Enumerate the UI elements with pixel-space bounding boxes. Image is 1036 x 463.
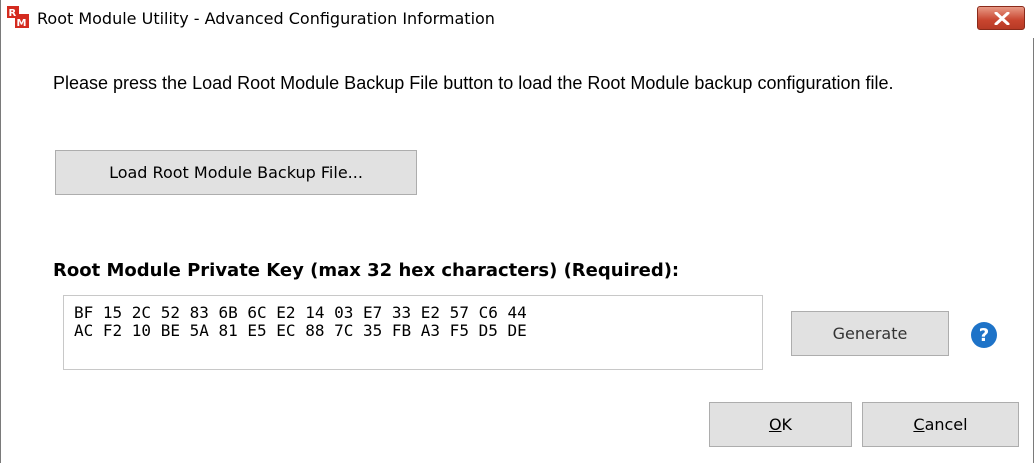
title-bar[interactable]: R M Root Module Utility - Advanced Confi… xyxy=(1,0,1035,38)
private-key-label: Root Module Private Key (max 32 hex char… xyxy=(53,260,680,281)
ok-label-rest: K xyxy=(781,415,793,434)
instruction-text: Please press the Load Root Module Backup… xyxy=(53,73,894,93)
cancel-button[interactable]: Cancel xyxy=(862,402,1019,447)
ok-mnemonic: O xyxy=(768,415,782,434)
generate-button[interactable]: Generate xyxy=(791,311,949,356)
cancel-label-rest: ancel xyxy=(924,415,968,434)
private-key-field[interactable]: BF 15 2C 52 83 6B 6C E2 14 03 E7 33 E2 5… xyxy=(63,295,763,370)
help-icon[interactable]: ? xyxy=(971,322,997,348)
load-backup-file-button[interactable]: Load Root Module Backup File... xyxy=(55,150,417,195)
dialog-window: R M Root Module Utility - Advanced Confi… xyxy=(0,0,1035,463)
svg-text:R: R xyxy=(9,8,17,19)
window-title: Root Module Utility - Advanced Configura… xyxy=(37,9,495,28)
ok-button[interactable]: OK xyxy=(709,402,852,447)
rm-logo-icon: R M xyxy=(7,6,29,29)
svg-text:M: M xyxy=(17,18,27,28)
cancel-mnemonic: C xyxy=(913,415,925,434)
close-button[interactable] xyxy=(977,6,1025,30)
close-icon xyxy=(994,12,1010,25)
